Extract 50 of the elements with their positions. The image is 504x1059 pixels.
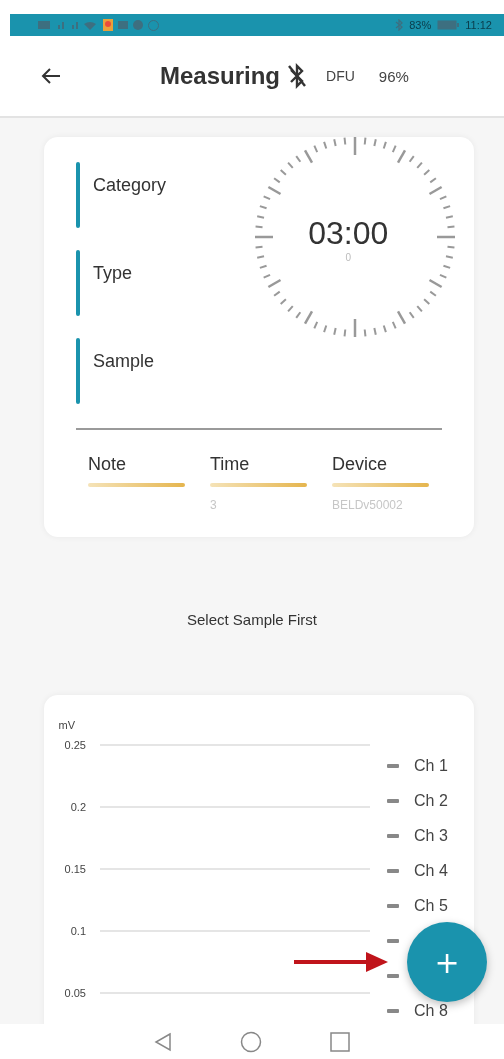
axis-unit: mV [58, 719, 75, 731]
info-label[interactable]: Category [93, 175, 167, 196]
legend-label[interactable]: Ch 3 [414, 826, 448, 845]
timer-count: 0 [345, 252, 352, 263]
app-notification-icon [103, 19, 113, 31]
dfu-button[interactable]: DFU [326, 68, 355, 84]
chat-icon [133, 20, 143, 30]
field-label: Time [210, 454, 251, 475]
timer-text: 03:00 [308, 215, 389, 252]
field-label: Note [88, 454, 128, 475]
message-icon [118, 21, 128, 29]
battery-icon [437, 20, 460, 30]
info-label[interactable]: Type [93, 263, 133, 284]
legend-swatch [387, 798, 399, 803]
status-message: Select Sample First [186, 611, 317, 628]
legend-swatch [387, 763, 399, 768]
recents-icon[interactable] [330, 1031, 350, 1052]
battery-percent: 83% [409, 19, 432, 31]
legend-swatch [387, 868, 399, 873]
accent-bar [76, 250, 80, 316]
device-battery-level: 96% [378, 67, 409, 85]
axis-tick-label: 0.2 [70, 801, 86, 813]
signal-icon [38, 20, 98, 30]
bluetooth-icon [395, 19, 404, 31]
legend-swatch [387, 973, 399, 978]
legend-label[interactable]: Ch 4 [414, 861, 448, 880]
legend-swatch [387, 833, 399, 838]
legend-label[interactable]: Ch 1 [414, 756, 448, 775]
circle-icon [148, 19, 159, 31]
clock-time: 11:12 [465, 19, 492, 31]
field-label: Device [332, 454, 389, 475]
legend-swatch [387, 903, 399, 908]
axis-tick-label: 0.25 [64, 739, 86, 751]
field-value: BELDv50002 [332, 498, 404, 512]
legend-label[interactable]: Ch 2 [414, 791, 448, 810]
accent-bar [76, 338, 80, 404]
page-title: Measuring [160, 62, 281, 90]
legend-label[interactable]: Ch 8 [414, 1001, 448, 1020]
axis-tick-label: 0.1 [70, 925, 86, 937]
axis-tick-label: 0.05 [64, 987, 86, 999]
info-label[interactable]: Sample [93, 351, 155, 372]
back-icon[interactable] [154, 1031, 172, 1052]
legend-swatch [387, 1008, 399, 1013]
legend-label[interactable]: Ch 5 [414, 896, 448, 915]
field-value: 3 [210, 498, 218, 512]
bluetooth-off-icon[interactable] [286, 63, 309, 89]
accent-bar [76, 162, 80, 228]
legend-swatch [387, 938, 399, 943]
axis-tick-label: 0.15 [64, 863, 86, 875]
home-icon[interactable] [240, 1030, 262, 1053]
